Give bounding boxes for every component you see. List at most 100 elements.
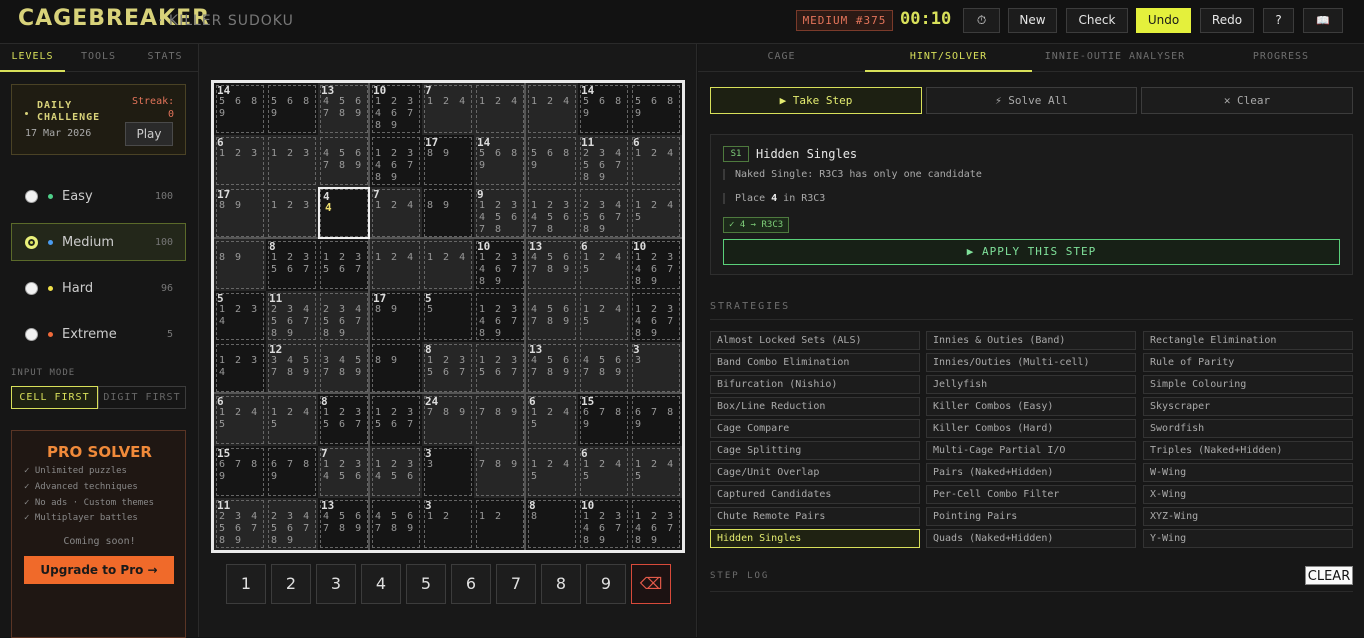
strategy-item[interactable]: Innies & Outies (Band) <box>926 331 1136 350</box>
sudoku-cell[interactable]: 81 2 3 5 6 7 <box>266 238 318 291</box>
help-button[interactable]: ? <box>1263 8 1294 33</box>
sudoku-cell[interactable]: 1 2 3 4 <box>214 342 266 395</box>
sudoku-cell[interactable]: 81 2 3 5 6 7 <box>422 342 474 395</box>
check-button[interactable]: Check <box>1066 8 1128 33</box>
sudoku-cell[interactable]: 1 2 3 4 6 7 8 9 <box>474 290 526 343</box>
sudoku-cell[interactable]: 61 2 4 5 <box>214 394 266 447</box>
sudoku-cell[interactable]: 33 <box>630 342 682 395</box>
undo-button[interactable]: Undo <box>1136 8 1191 33</box>
sudoku-cell[interactable]: 33 <box>422 446 474 499</box>
strategy-item[interactable]: Chute Remote Pairs <box>710 507 920 526</box>
sudoku-cell[interactable]: 1 2 3 4 6 7 8 9 <box>370 134 422 187</box>
sudoku-cell[interactable]: 14 5 6 8 9 <box>578 83 630 135</box>
sudoku-cell[interactable]: 1 2 <box>474 498 526 551</box>
level-hard[interactable]: Hard 96 <box>11 269 186 307</box>
strategy-item[interactable]: Multi-Cage Partial I/O <box>926 441 1136 460</box>
sudoku-cell[interactable]: 2 3 4 5 6 7 8 9 <box>266 498 318 551</box>
tab-cage[interactable]: CAGE <box>698 44 865 72</box>
strategy-item[interactable]: Cage Splitting <box>710 441 920 460</box>
sudoku-cell[interactable]: 10 1 2 3 4 6 7 8 9 <box>630 238 682 291</box>
strategy-item[interactable]: Innies/Outies (Multi-cell) <box>926 353 1136 372</box>
radio-button[interactable] <box>25 236 38 249</box>
take-step-button[interactable]: ▶ Take Step <box>710 87 922 114</box>
sudoku-cell[interactable]: 15 6 7 8 9 <box>578 394 630 447</box>
sudoku-cell[interactable]: 17 8 9 <box>422 134 474 187</box>
strategy-item[interactable]: Per-Cell Combo Filter <box>926 485 1136 504</box>
sudoku-cell[interactable]: 10 1 2 3 4 6 7 8 9 <box>474 238 526 291</box>
level-easy[interactable]: Easy 100 <box>11 177 186 215</box>
digit-button-1[interactable]: 1 <box>226 564 266 604</box>
sudoku-cell[interactable]: 7 8 9 <box>474 446 526 499</box>
sudoku-cell[interactable]: 1 2 3 4 6 7 8 9 <box>630 498 682 551</box>
sudoku-cell[interactable]: 61 2 4 <box>630 134 682 187</box>
strategy-item[interactable]: Killer Combos (Easy) <box>926 397 1136 416</box>
tab-tools[interactable]: TOOLS <box>66 44 131 72</box>
tab-levels[interactable]: LEVELS <box>0 44 65 72</box>
sudoku-cell[interactable]: 71 2 4 <box>422 83 474 135</box>
sudoku-cell[interactable]: 1 2 4 <box>422 238 474 291</box>
sudoku-cell[interactable]: 1 2 4 5 <box>630 186 682 239</box>
strategy-item[interactable]: XYZ-Wing <box>1143 507 1353 526</box>
radio-button[interactable] <box>25 282 38 295</box>
strategy-item[interactable]: X-Wing <box>1143 485 1353 504</box>
sudoku-cell[interactable]: 5 6 8 9 <box>266 83 318 135</box>
sudoku-cell[interactable]: 3 4 5 7 8 9 <box>318 342 370 395</box>
sudoku-cell[interactable]: 13 4 5 6 7 8 9 <box>526 342 578 395</box>
sudoku-cell[interactable]: 51 2 3 4 <box>214 290 266 343</box>
sudoku-cell[interactable]: 8 9 <box>422 186 474 239</box>
tab-stats[interactable]: STATS <box>132 44 198 72</box>
level-medium[interactable]: Medium 100 <box>11 223 186 261</box>
tab-innie-outie[interactable]: INNIE-OUTIE ANALYSER <box>1032 44 1198 72</box>
sudoku-cell[interactable]: 14 5 6 8 9 <box>474 134 526 187</box>
strategy-item[interactable]: Simple Colouring <box>1143 375 1353 394</box>
strategy-item[interactable]: Captured Candidates <box>710 485 920 504</box>
sudoku-cell[interactable]: 81 2 3 5 6 7 <box>318 394 370 447</box>
sudoku-cell[interactable]: 10 1 2 3 4 6 7 8 9 <box>370 83 422 135</box>
sudoku-cell[interactable]: 4 5 6 7 8 9 <box>318 134 370 187</box>
sudoku-cell[interactable]: 5 6 8 9 <box>526 134 578 187</box>
sudoku-cell[interactable]: 1 2 4 <box>526 83 578 135</box>
strategy-item[interactable]: Jellyfish <box>926 375 1136 394</box>
digit-first-toggle[interactable]: DIGIT FIRST <box>98 386 186 409</box>
tab-progress[interactable]: PROGRESS <box>1198 44 1364 72</box>
sudoku-cell[interactable]: 8 9 <box>370 342 422 395</box>
strategy-item[interactable]: Triples (Naked+Hidden) <box>1143 441 1353 460</box>
radio-button[interactable] <box>25 190 38 203</box>
sudoku-cell[interactable]: 61 2 4 5 <box>578 238 630 291</box>
digit-button-2[interactable]: 2 <box>271 564 311 604</box>
sudoku-cell[interactable]: 1 2 4 5 <box>578 290 630 343</box>
sudoku-cell[interactable]: 13 4 5 6 7 8 9 <box>318 83 370 135</box>
strategy-item[interactable]: Pairs (Naked+Hidden) <box>926 463 1136 482</box>
strategy-item[interactable]: Box/Line Reduction <box>710 397 920 416</box>
sudoku-cell[interactable]: 11 2 3 4 5 6 7 8 9 <box>266 290 318 343</box>
digit-button-5[interactable]: 5 <box>406 564 446 604</box>
digit-button-6[interactable]: 6 <box>451 564 491 604</box>
strategy-item[interactable]: Pointing Pairs <box>926 507 1136 526</box>
redo-button[interactable]: Redo <box>1200 8 1254 33</box>
sudoku-cell[interactable]: 61 2 4 5 <box>526 394 578 447</box>
pause-button[interactable]: ⏱ <box>963 8 1000 33</box>
sudoku-cell[interactable]: 7 8 9 <box>474 394 526 447</box>
strategy-item[interactable]: Band Combo Elimination <box>710 353 920 372</box>
sudoku-cell[interactable]: 1 2 4 5 <box>266 394 318 447</box>
level-extreme[interactable]: Extreme 5 <box>11 315 186 353</box>
sudoku-cell[interactable]: 1 2 3 4 6 7 8 9 <box>630 290 682 343</box>
sudoku-cell[interactable]: 91 2 3 4 5 6 7 8 <box>474 186 526 239</box>
rules-button[interactable]: 📖 <box>1303 8 1343 33</box>
sudoku-cell[interactable]: 24 7 8 9 <box>422 394 474 447</box>
sudoku-cell[interactable]: 61 2 4 5 <box>578 446 630 499</box>
sudoku-cell[interactable]: 13 4 5 6 7 8 9 <box>526 238 578 291</box>
sudoku-cell[interactable]: 13 4 5 6 7 8 9 <box>318 498 370 551</box>
strategy-item[interactable]: Skyscraper <box>1143 397 1353 416</box>
sudoku-cell[interactable]: 11 2 3 4 5 6 7 8 9 <box>214 498 266 551</box>
strategy-item[interactable]: Hidden Singles <box>710 529 920 548</box>
sudoku-cell[interactable]: 8 9 <box>214 238 266 291</box>
sudoku-cell[interactable]: 4 5 6 7 8 9 <box>578 342 630 395</box>
sudoku-cell[interactable]: 17 8 9 <box>214 186 266 239</box>
sudoku-cell[interactable]: 1 2 4 5 <box>630 446 682 499</box>
sudoku-cell[interactable]: 88 <box>526 498 578 551</box>
delete-icon[interactable]: ⌫ <box>631 564 671 604</box>
new-button[interactable]: New <box>1008 8 1057 33</box>
sudoku-cell[interactable]: 1 2 3 5 6 7 <box>474 342 526 395</box>
sudoku-cell[interactable]: 6 7 8 9 <box>630 394 682 447</box>
